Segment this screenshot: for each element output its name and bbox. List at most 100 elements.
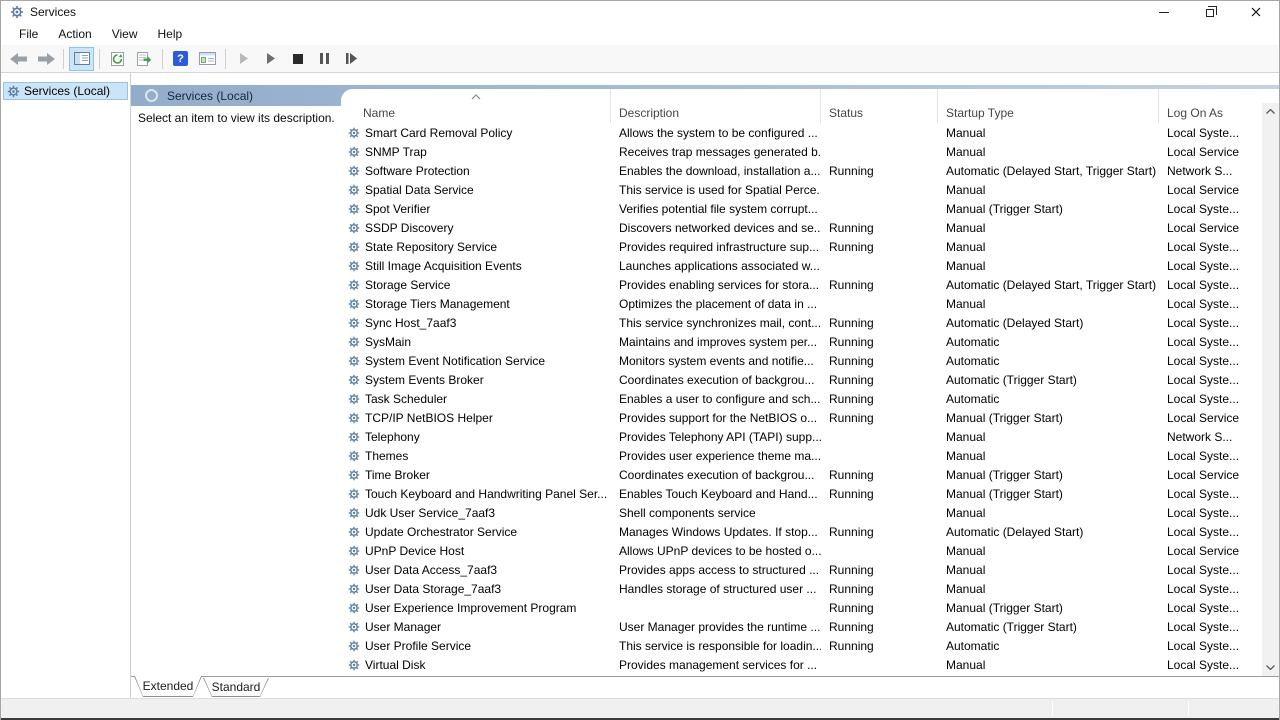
- service-name: User Profile Service: [365, 639, 471, 653]
- services-rows: Smart Card Removal Policy Allows the sys…: [341, 123, 1262, 676]
- service-row[interactable]: Storage Tiers Management Optimizes the p…: [341, 294, 1262, 313]
- service-name: Udk User Service_7aaf3: [365, 506, 495, 520]
- service-row[interactable]: User Experience Improvement Program Runn…: [341, 598, 1262, 617]
- gear-icon: [348, 241, 360, 253]
- service-row[interactable]: Telephony Provides Telephony API (TAPI) …: [341, 427, 1262, 446]
- stop-service-button[interactable]: [285, 47, 310, 71]
- service-row[interactable]: Themes Provides user experience theme ma…: [341, 446, 1262, 465]
- help-button[interactable]: ?: [168, 47, 193, 71]
- service-row[interactable]: Spatial Data Service This service is use…: [341, 180, 1262, 199]
- gear-icon: [348, 260, 360, 272]
- service-row[interactable]: Smart Card Removal Policy Allows the sys…: [341, 123, 1262, 142]
- service-row[interactable]: Software Protection Enables the download…: [341, 161, 1262, 180]
- service-row[interactable]: Update Orchestrator Service Manages Wind…: [341, 522, 1262, 541]
- window-title: Services: [30, 5, 76, 19]
- service-row[interactable]: Task Scheduler Enables a user to configu…: [341, 389, 1262, 408]
- service-log-on-as: Local Syste...: [1159, 392, 1257, 406]
- service-name: State Repository Service: [365, 240, 497, 254]
- export-list-button[interactable]: [132, 47, 157, 71]
- service-row[interactable]: State Repository Service Provides requir…: [341, 237, 1262, 256]
- service-row[interactable]: User Data Access_7aaf3 Provides apps acc…: [341, 560, 1262, 579]
- service-row[interactable]: User Data Storage_7aaf3 Handles storage …: [341, 579, 1262, 598]
- column-header-status[interactable]: Status: [821, 89, 938, 123]
- services-list-panel: Name Description Status Startup Type Log…: [341, 89, 1279, 676]
- menu-help[interactable]: Help: [148, 24, 193, 44]
- service-row[interactable]: Virtual Disk Provides management service…: [341, 655, 1262, 674]
- sidebar-item-services-local[interactable]: Services (Local): [3, 82, 128, 100]
- back-icon: [10, 53, 28, 65]
- service-log-on-as: Local Service: [1159, 411, 1257, 425]
- service-name-cell: Time Broker: [341, 468, 611, 482]
- service-row[interactable]: TCP/IP NetBIOS Helper Provides support f…: [341, 408, 1262, 427]
- service-log-on-as: Local Syste...: [1159, 297, 1257, 311]
- service-name-cell: Storage Service: [341, 278, 611, 292]
- service-name: TCP/IP NetBIOS Helper: [365, 411, 493, 425]
- service-row[interactable]: Time Broker Coordinates execution of bac…: [341, 465, 1262, 484]
- forward-button[interactable]: [33, 47, 58, 71]
- service-log-on-as: Local Syste...: [1159, 620, 1257, 634]
- column-header-startup-type[interactable]: Startup Type: [938, 89, 1159, 123]
- service-row[interactable]: Touch Keyboard and Handwriting Panel Ser…: [341, 484, 1262, 503]
- service-startup-type: Automatic (Delayed Start): [938, 316, 1159, 330]
- service-name-cell: SNMP Trap: [341, 145, 611, 159]
- sort-ascending-icon: [471, 94, 481, 100]
- service-row[interactable]: Udk User Service_7aaf3 Shell components …: [341, 503, 1262, 522]
- column-header-name[interactable]: Name: [341, 89, 611, 123]
- service-log-on-as: Local Syste...: [1159, 354, 1257, 368]
- service-row[interactable]: Spot Verifier Verifies potential file sy…: [341, 199, 1262, 218]
- service-name-cell: Themes: [341, 449, 611, 463]
- gear-icon: [348, 602, 360, 614]
- vertical-scrollbar[interactable]: [1262, 103, 1279, 676]
- service-row[interactable]: SSDP Discovery Discovers networked devic…: [341, 218, 1262, 237]
- start-service-button[interactable]: [231, 47, 256, 71]
- resume-service-button[interactable]: [258, 47, 283, 71]
- show-hide-console-tree-button[interactable]: [69, 47, 94, 71]
- service-status: Running: [821, 601, 938, 615]
- close-button[interactable]: [1233, 1, 1279, 23]
- service-startup-type: Manual: [938, 582, 1159, 596]
- service-row[interactable]: Sync Host_7aaf3 This service synchronize…: [341, 313, 1262, 332]
- title-bar: Services: [1, 1, 1279, 23]
- service-log-on-as: Local Syste...: [1159, 449, 1257, 463]
- properties-window-button[interactable]: [195, 47, 220, 71]
- gear-icon: [348, 450, 360, 462]
- tab-standard[interactable]: Standard: [203, 678, 269, 697]
- restore-button[interactable]: [1187, 1, 1233, 23]
- refresh-button[interactable]: [105, 47, 130, 71]
- menu-file[interactable]: File: [9, 24, 48, 44]
- service-startup-type: Manual: [938, 183, 1159, 197]
- service-log-on-as: Local Syste...: [1159, 582, 1257, 596]
- service-row[interactable]: User Manager User Manager provides the r…: [341, 617, 1262, 636]
- service-name: Still Image Acquisition Events: [365, 259, 522, 273]
- column-header-log-on-as[interactable]: Log On As: [1159, 89, 1257, 123]
- service-row[interactable]: UPnP Device Host Allows UPnP devices to …: [341, 541, 1262, 560]
- service-log-on-as: Local Syste...: [1159, 487, 1257, 501]
- menu-view[interactable]: View: [102, 24, 148, 44]
- menu-action[interactable]: Action: [48, 24, 101, 44]
- service-row[interactable]: Storage Service Provides enabling servic…: [341, 275, 1262, 294]
- service-name: Telephony: [365, 430, 420, 444]
- restore-icon: [1206, 9, 1214, 17]
- restart-service-icon: [346, 53, 357, 64]
- tab-extended[interactable]: Extended: [134, 676, 202, 697]
- minimize-button[interactable]: [1141, 1, 1187, 23]
- column-header-description[interactable]: Description: [611, 89, 821, 123]
- gear-icon: [348, 355, 360, 367]
- gear-icon: [348, 621, 360, 633]
- service-row[interactable]: SNMP Trap Receives trap messages generat…: [341, 142, 1262, 161]
- back-button[interactable]: [6, 47, 31, 71]
- service-row[interactable]: System Event Notification Service Monito…: [341, 351, 1262, 370]
- restart-service-button[interactable]: [339, 47, 364, 71]
- scroll-up-button[interactable]: [1262, 103, 1279, 120]
- service-row[interactable]: Still Image Acquisition Events Launches …: [341, 256, 1262, 275]
- service-row[interactable]: SysMain Maintains and improves system pe…: [341, 332, 1262, 351]
- service-name-cell: TCP/IP NetBIOS Helper: [341, 411, 611, 425]
- service-row[interactable]: System Events Broker Coordinates executi…: [341, 370, 1262, 389]
- service-row[interactable]: User Profile Service This service is res…: [341, 636, 1262, 655]
- pause-service-button[interactable]: [312, 47, 337, 71]
- scroll-down-button[interactable]: [1262, 659, 1279, 676]
- service-startup-type: Manual: [938, 126, 1159, 140]
- service-startup-type: Automatic (Delayed Start): [938, 525, 1159, 539]
- gear-icon: [348, 298, 360, 310]
- gear-icon: [348, 222, 360, 234]
